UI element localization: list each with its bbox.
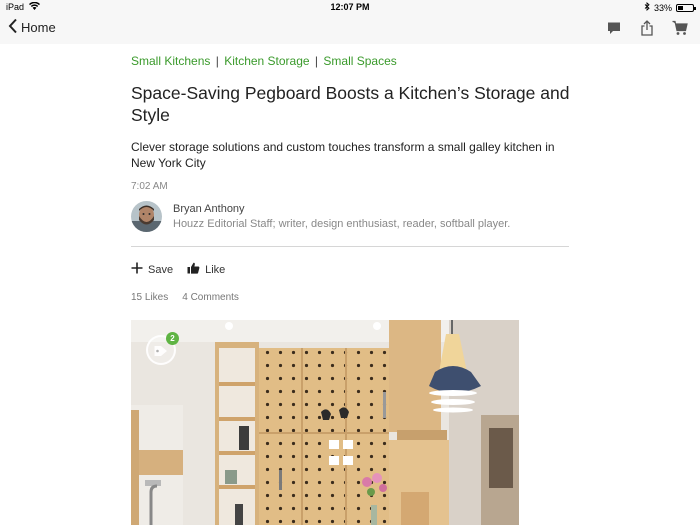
tag-icon (154, 344, 168, 362)
likes-count[interactable]: 15 Likes (131, 292, 168, 303)
tag-kitchen-storage[interactable]: Kitchen Storage (224, 54, 309, 68)
battery-fill (678, 5, 683, 10)
tag-list: Small Kitchens | Kitchen Storage | Small… (131, 54, 571, 68)
publish-time: 7:02 AM (131, 181, 168, 192)
tag-separator: | (314, 54, 319, 68)
back-button[interactable]: Home (8, 18, 56, 37)
cart-icon[interactable] (672, 20, 688, 36)
status-right: 33% (644, 1, 696, 13)
like-label: Like (205, 263, 226, 276)
tag-small-kitchens[interactable]: Small Kitchens (131, 54, 210, 68)
like-button[interactable]: Like (187, 262, 225, 277)
plus-icon (131, 262, 143, 277)
article-header: Small Kitchens | Kitchen Storage | Small… (131, 54, 571, 232)
chevron-left-icon (8, 18, 18, 37)
battery-percent: 33% (653, 2, 672, 13)
author-bio: Houzz Editorial Staff; writer, design en… (173, 218, 511, 230)
save-label: Save (148, 263, 174, 276)
comments-count[interactable]: 4 Comments (182, 292, 239, 303)
divider (131, 246, 569, 247)
status-time: 12:07 PM (330, 2, 370, 12)
save-button[interactable]: Save (131, 262, 173, 277)
bluetooth-icon (644, 1, 650, 13)
article-subtitle: Clever storage solutions and custom touc… (131, 140, 555, 170)
nav-bar: Home (0, 14, 700, 44)
tag-separator: | (215, 54, 219, 68)
battery-icon (676, 3, 696, 12)
kitchen-photo-image (131, 320, 519, 525)
status-bar: iPad 12:07 PM 33% (0, 0, 700, 14)
article-actions: Save Like (131, 262, 225, 277)
engagement-counts: 15 Likes 4 Comments (131, 292, 239, 303)
avatar[interactable] (131, 201, 162, 232)
article-title: Space-Saving Pegboard Boosts a Kitchen’s… (131, 83, 570, 125)
author-block[interactable]: Bryan Anthony Houzz Editorial Staff; wri… (131, 201, 571, 232)
author-info: Bryan Anthony Houzz Editorial Staff; wri… (173, 201, 510, 230)
share-icon[interactable] (639, 20, 655, 36)
thumbs-up-icon (187, 262, 200, 277)
comment-icon[interactable] (606, 20, 622, 36)
nav-icons (606, 20, 688, 36)
author-name[interactable]: Bryan Anthony (173, 203, 510, 215)
back-label: Home (21, 20, 56, 35)
article-photo[interactable]: 2 (131, 320, 519, 525)
tag-count-badge: 2 (166, 332, 179, 345)
tag-small-spaces[interactable]: Small Spaces (323, 54, 396, 68)
